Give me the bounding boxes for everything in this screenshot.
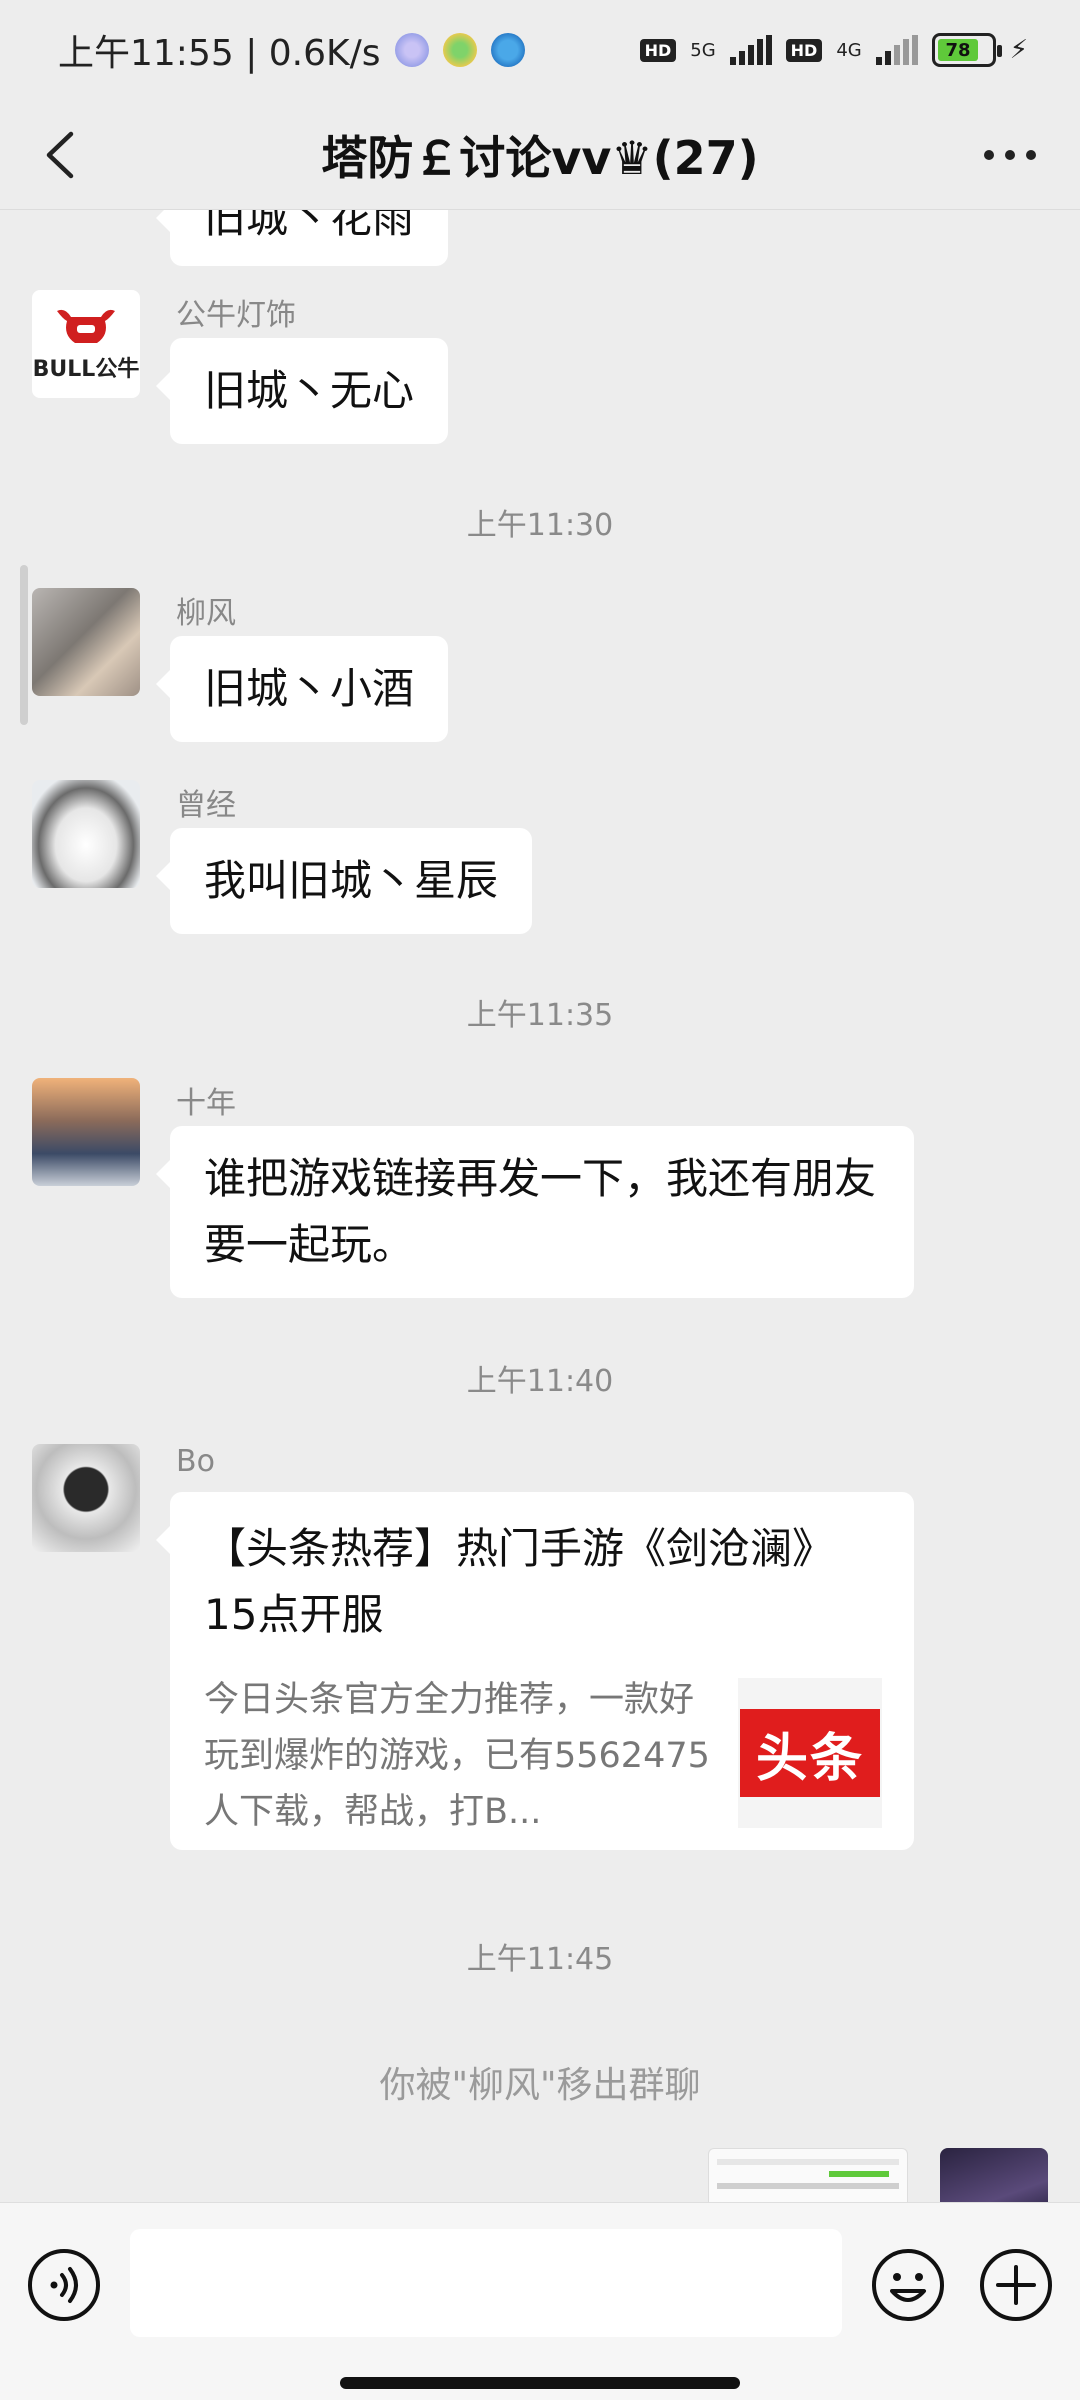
card-description: 今日头条官方全力推荐，一款好玩到爆炸的游戏，已有5562475人下载，帮战，打B… bbox=[204, 1680, 710, 1832]
status-time-speed: 上午11:55 | 0.6K/s bbox=[58, 33, 381, 74]
message-item: Bo 【头条热荐】热门手游《剑沧澜》15点开服 今日头条官方全力推荐，一款好玩到… bbox=[32, 1444, 1048, 1854]
timestamp: 上午11:40 bbox=[466, 1364, 614, 1399]
message-input[interactable] bbox=[130, 2229, 842, 2337]
bull-logo-icon bbox=[57, 309, 115, 343]
avatar[interactable] bbox=[32, 780, 140, 888]
charging-icon: ⚡ bbox=[1009, 35, 1028, 65]
signal-icon bbox=[875, 35, 918, 65]
message-text: 旧城丶无心 bbox=[204, 366, 415, 415]
input-bar bbox=[0, 2202, 1080, 2400]
avatar[interactable] bbox=[32, 1078, 140, 1186]
message-bubble[interactable]: 旧城丶花雨 bbox=[155, 210, 449, 266]
message-bubble[interactable]: 旧城丶小酒 bbox=[155, 636, 449, 742]
status-left: 上午11:55 | 0.6K/s bbox=[58, 24, 525, 76]
message-partial: 旧城丶花雨 bbox=[32, 210, 1048, 266]
voice-icon bbox=[28, 2249, 100, 2321]
chevron-left-icon bbox=[46, 131, 74, 179]
network-5g-label: 5G bbox=[690, 39, 716, 61]
link-card[interactable]: 【头条热荐】热门手游《剑沧澜》15点开服 今日头条官方全力推荐，一款好玩到爆炸的… bbox=[156, 1492, 914, 1850]
system-message: 你被"柳风"移出群聊 bbox=[379, 2065, 701, 2106]
sender-name: Bo bbox=[176, 1444, 215, 1479]
chat-header: 塔防￡讨论vv♛(27) bbox=[0, 100, 1080, 210]
signal-icon bbox=[729, 35, 772, 65]
hd-icon: HD bbox=[785, 38, 823, 62]
message-text: 我叫旧城丶星辰 bbox=[204, 856, 499, 905]
app-notification-icon bbox=[394, 33, 429, 67]
message-bubble[interactable]: 谁把游戏链接再发一下，我还有朋友要一起玩。 bbox=[156, 1126, 914, 1298]
avatar-text: BULL公牛 bbox=[32, 357, 140, 382]
chat-messages[interactable]: 旧城丶花雨 BULL公牛 公牛灯饰 旧城丶无心 上午11:30 柳风 旧城丶小酒… bbox=[0, 210, 1080, 2202]
scroll-indicator bbox=[20, 565, 28, 725]
card-thumbnail: 头条 bbox=[738, 1678, 882, 1828]
message-text: 谁把游戏链接再发一下，我还有朋友要一起玩。 bbox=[204, 1154, 877, 1269]
status-bar: 上午11:55 | 0.6K/s HD 5G HD 4G 78 ⚡ bbox=[0, 0, 1080, 100]
avatar[interactable] bbox=[32, 588, 140, 696]
timestamp: 上午11:45 bbox=[466, 1942, 614, 1977]
message-bubble[interactable]: 我叫旧城丶星辰 bbox=[155, 828, 533, 934]
card-title: 【头条热荐】热门手游《剑沧澜》15点开服 bbox=[204, 1524, 835, 1639]
message-item: BULL公牛 公牛灯饰 旧城丶无心 bbox=[32, 290, 1048, 460]
timestamp: 上午11:35 bbox=[466, 998, 614, 1033]
sender-name: 柳风 bbox=[176, 596, 236, 631]
app-notification-icon bbox=[490, 33, 525, 67]
message-item: 柳风 旧城丶小酒 bbox=[32, 588, 1048, 758]
voice-button[interactable] bbox=[26, 2247, 102, 2323]
avatar[interactable] bbox=[32, 1444, 140, 1552]
message-bubble[interactable]: 旧城丶无心 bbox=[155, 338, 449, 444]
avatar[interactable] bbox=[940, 2148, 1048, 2202]
toutiao-logo: 头条 bbox=[740, 1709, 880, 1797]
hd-icon: HD bbox=[639, 38, 677, 62]
plus-icon bbox=[980, 2249, 1052, 2321]
message-text: 旧城丶小酒 bbox=[204, 664, 415, 713]
battery-icon: 78 bbox=[931, 33, 1002, 67]
back-button[interactable] bbox=[30, 125, 90, 185]
timestamp: 上午11:30 bbox=[466, 508, 614, 543]
home-indicator[interactable] bbox=[340, 2377, 740, 2389]
message-text: 旧城丶花雨 bbox=[204, 210, 415, 242]
emoji-icon bbox=[872, 2249, 944, 2321]
status-right: HD 5G HD 4G 78 ⚡ bbox=[639, 33, 1028, 67]
screenshot-preview[interactable] bbox=[708, 2148, 908, 2202]
sender-name: 十年 bbox=[176, 1086, 236, 1121]
message-item: 曾经 我叫旧城丶星辰 bbox=[32, 780, 1048, 950]
more-dots-icon bbox=[984, 150, 1036, 160]
sender-name: 曾经 bbox=[176, 788, 236, 823]
battery-level: 78 bbox=[937, 39, 979, 61]
plus-button[interactable] bbox=[978, 2247, 1054, 2323]
sender-name: 公牛灯饰 bbox=[176, 298, 296, 333]
app-notification-icon bbox=[442, 33, 477, 67]
more-button[interactable] bbox=[970, 125, 1050, 185]
network-4g-label: 4G bbox=[836, 39, 862, 61]
avatar[interactable]: BULL公牛 bbox=[32, 290, 140, 398]
emoji-button[interactable] bbox=[870, 2247, 946, 2323]
message-item: 十年 谁把游戏链接再发一下，我还有朋友要一起玩。 bbox=[32, 1078, 1048, 1318]
chat-title: 塔防￡讨论vv♛(27) bbox=[321, 130, 759, 185]
